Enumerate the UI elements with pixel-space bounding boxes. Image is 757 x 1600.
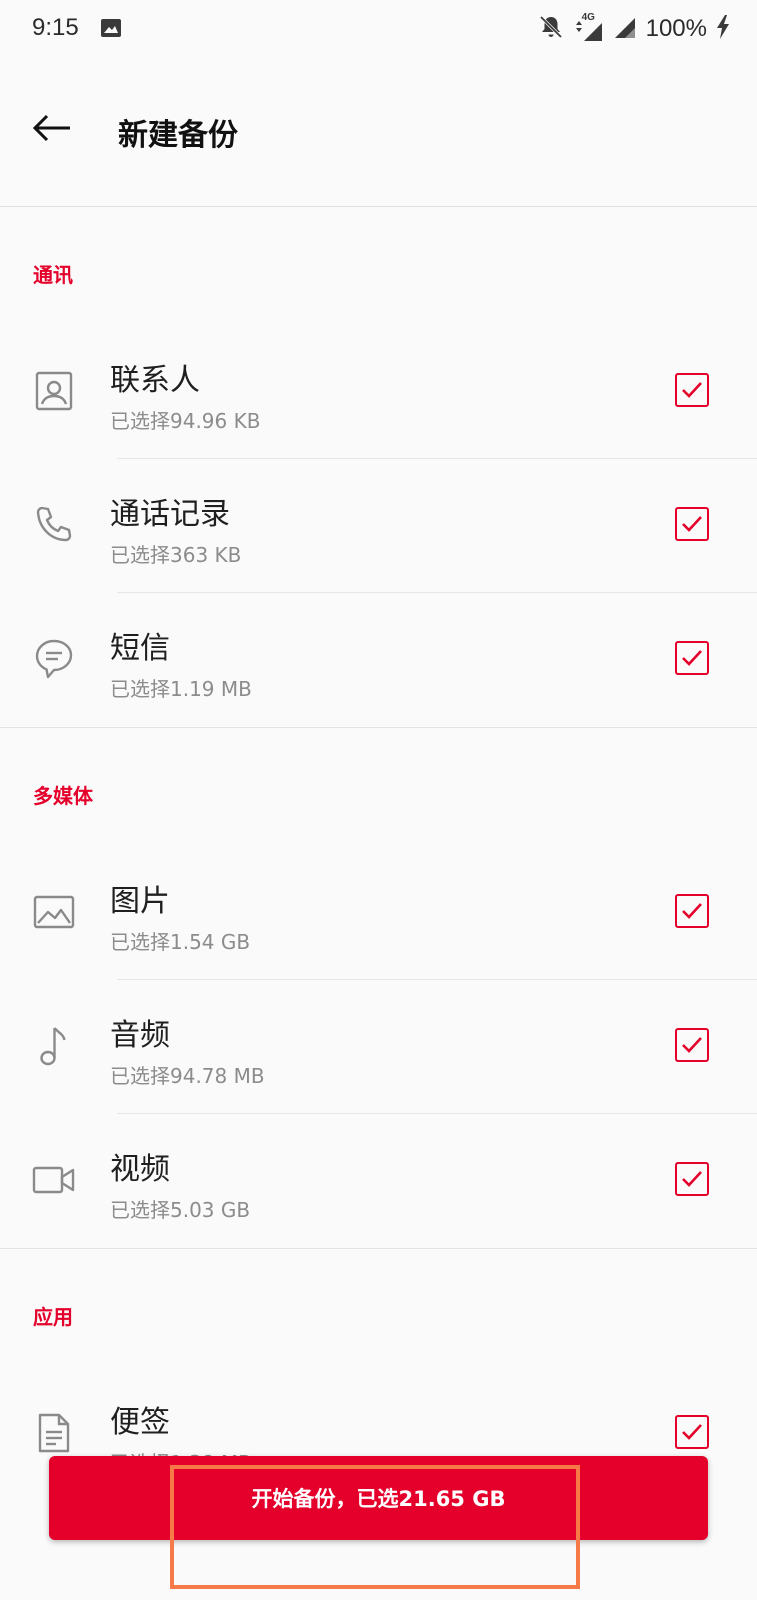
check-icon	[682, 650, 702, 666]
item-size: 已选择94.96 KB	[110, 409, 261, 433]
check-icon	[682, 1424, 702, 1440]
item-size: 已选择1.54 GB	[110, 930, 251, 954]
item-size: 已选择94.78 MB	[110, 1064, 265, 1088]
music-note-icon	[32, 1024, 76, 1068]
list-item-photos[interactable]: 图片 已选择1.54 GB	[0, 846, 757, 980]
list-item-audio[interactable]: 音频 已选择94.78 MB	[0, 980, 757, 1114]
checkbox-photos[interactable]	[675, 894, 709, 928]
item-size: 已选择1.19 MB	[110, 677, 252, 701]
checkbox-audio[interactable]	[675, 1028, 709, 1062]
arrow-back-icon	[32, 114, 72, 146]
signal-icon	[612, 14, 638, 44]
check-icon	[682, 382, 702, 398]
checkbox-call-log[interactable]	[675, 507, 709, 541]
section-header-communication: 通讯	[0, 207, 757, 325]
checkbox-video[interactable]	[675, 1162, 709, 1196]
start-backup-button[interactable]: 开始备份，已选21.65 GB	[49, 1456, 708, 1540]
battery-percentage: 100%	[645, 15, 707, 42]
start-backup-label: 开始备份，已选21.65 GB	[251, 1487, 506, 1511]
list-item-call-log[interactable]: 通话记录 已选择363 KB	[0, 459, 757, 593]
item-label: 图片	[110, 884, 170, 919]
item-label: 通话记录	[110, 497, 230, 532]
checkbox-notes[interactable]	[675, 1415, 709, 1449]
list-item-contacts[interactable]: 联系人 已选择94.96 KB	[0, 325, 757, 459]
check-icon	[682, 1037, 702, 1053]
video-camera-icon	[32, 1158, 76, 1202]
backup-category-list: 通讯 联系人 已选择94.96 KB 通话记录 已选择363 KB 短信 已选择…	[0, 207, 757, 1501]
contact-icon	[32, 369, 76, 413]
section-title: 多媒体	[33, 784, 93, 808]
check-icon	[682, 516, 702, 532]
battery-charging-icon	[715, 14, 731, 44]
item-label: 音频	[110, 1018, 170, 1053]
status-bar: 9:15 4G 100%	[0, 0, 757, 58]
item-size: 已选择363 KB	[110, 543, 242, 567]
image-notification-icon	[100, 18, 122, 42]
item-label: 视频	[110, 1152, 170, 1187]
section-header-apps: 应用	[0, 1249, 757, 1367]
bell-off-icon	[538, 14, 564, 44]
note-icon	[32, 1411, 76, 1455]
section-title: 应用	[33, 1305, 73, 1329]
status-time: 9:15	[32, 14, 79, 41]
section-title: 通讯	[33, 263, 73, 287]
item-label: 短信	[110, 631, 170, 666]
status-icons: 4G 100%	[538, 12, 731, 44]
app-bar: 新建备份	[0, 58, 757, 207]
check-icon	[682, 1171, 702, 1187]
phone-icon	[32, 503, 76, 547]
check-icon	[682, 903, 702, 919]
checkbox-sms[interactable]	[675, 641, 709, 675]
item-label: 便签	[110, 1405, 170, 1440]
back-button[interactable]	[28, 106, 76, 154]
signal-4g-icon: 4G	[572, 12, 604, 42]
item-label: 联系人	[110, 363, 200, 398]
item-size: 已选择5.03 GB	[110, 1198, 251, 1222]
section-header-multimedia: 多媒体	[0, 728, 757, 846]
message-icon	[32, 637, 76, 681]
list-item-sms[interactable]: 短信 已选择1.19 MB	[0, 593, 757, 727]
list-item-video[interactable]: 视频 已选择5.03 GB	[0, 1114, 757, 1248]
image-icon	[32, 890, 76, 934]
checkbox-contacts[interactable]	[675, 373, 709, 407]
page-title: 新建备份	[118, 118, 238, 153]
